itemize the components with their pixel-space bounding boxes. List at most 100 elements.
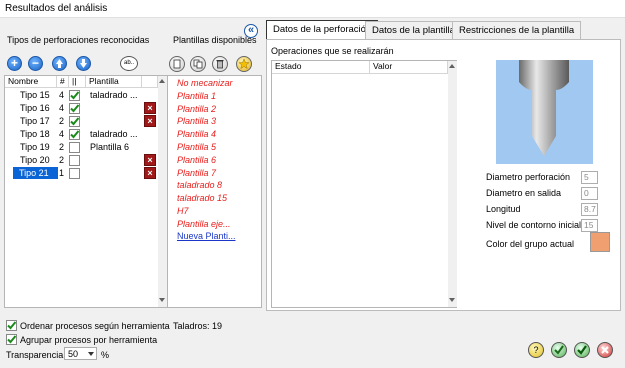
help-icon[interactable]: ? xyxy=(528,342,544,358)
plantillas-label: Plantillas disponibles xyxy=(173,35,257,45)
table-row[interactable]: Tipo 16 4 × xyxy=(5,102,158,115)
star-icon[interactable] xyxy=(236,56,252,72)
arrow-up-icon[interactable] xyxy=(52,56,67,71)
row-name: Tipo 19 xyxy=(20,142,50,152)
arrow-down-icon[interactable] xyxy=(76,56,91,71)
minus-icon[interactable]: − xyxy=(28,56,43,71)
close-icon[interactable] xyxy=(597,342,613,358)
ops-scrollbar[interactable] xyxy=(448,61,457,307)
scroll-up-arrow[interactable] xyxy=(449,64,455,68)
abc-icon[interactable]: ab.. xyxy=(120,56,138,71)
row-name: Tipo 18 xyxy=(20,129,50,139)
plantilla-item[interactable]: Plantilla 5 xyxy=(177,142,216,152)
plus-icon[interactable]: + xyxy=(7,56,22,71)
scroll-down-arrow[interactable] xyxy=(449,298,455,302)
col-estado[interactable]: Estado xyxy=(272,61,370,74)
row-name: Tipo 17 xyxy=(20,116,50,126)
row-count: 2 xyxy=(59,155,65,165)
row-count: 4 xyxy=(59,103,65,113)
col-plantilla[interactable]: Plantilla xyxy=(86,76,142,88)
remove-icon[interactable]: × xyxy=(144,102,156,114)
row-count: 4 xyxy=(59,129,65,139)
field-input[interactable]: 0 xyxy=(581,187,598,200)
plantilla-item[interactable]: taladrado 8 xyxy=(177,180,222,190)
row-plantilla: taladrado ... xyxy=(90,129,138,139)
table-row[interactable]: Tipo 18 4 taladrado ... xyxy=(5,128,158,141)
field-label: Nivel de contorno inicial xyxy=(486,220,582,230)
col-nombre[interactable]: Nombre xyxy=(5,76,57,88)
agrupar-label: Agrupar procesos por herramienta xyxy=(20,335,158,345)
check-icon[interactable] xyxy=(574,342,590,358)
row-checkbox[interactable] xyxy=(69,142,80,153)
ops-label: Operaciones que se realizarán xyxy=(271,46,394,56)
tipos-list[interactable]: Nombre # || Plantilla Tipo 15 4 taladrado … xyxy=(4,75,167,308)
tab-datos-perforacion[interactable]: Datos de la perforación xyxy=(266,20,379,40)
plantilla-item[interactable]: Plantilla 6 xyxy=(177,155,216,165)
col-valor[interactable]: Valor xyxy=(370,61,448,74)
row-name: Tipo 15 xyxy=(20,90,50,100)
row-count: 2 xyxy=(59,142,65,152)
remove-icon[interactable]: × xyxy=(144,115,156,127)
plantilla-item[interactable]: Plantilla 3 xyxy=(177,116,216,126)
plantilla-item[interactable]: Plantilla 1 xyxy=(177,91,216,101)
plantillas-list[interactable]: No mecanizar Plantilla 1 Plantilla 2 Planti… xyxy=(167,75,262,308)
row-name: Tipo 16 xyxy=(20,103,50,113)
row-checkbox[interactable] xyxy=(69,129,80,140)
transparencia-label: Transparencia xyxy=(6,350,64,360)
field-label: Diametro perforación xyxy=(486,172,571,182)
remove-icon[interactable]: × xyxy=(144,167,156,179)
field-input[interactable]: 8.7 xyxy=(581,203,598,216)
plantilla-item[interactable]: H7 xyxy=(177,206,189,216)
col-num[interactable]: # xyxy=(57,76,69,88)
row-count: 2 xyxy=(59,116,65,126)
window-title: Resultados del análisis xyxy=(5,3,108,14)
row-checkbox[interactable] xyxy=(69,155,80,166)
col-chk[interactable]: || xyxy=(69,76,86,88)
tab-restricciones[interactable]: Restricciones de la plantilla xyxy=(452,21,582,39)
check-dots-icon[interactable] xyxy=(551,342,567,358)
field-label: Longitud xyxy=(486,204,521,214)
group-color-swatch[interactable] xyxy=(590,232,610,252)
new-doc-icon[interactable] xyxy=(169,56,185,72)
field-input[interactable]: 5 xyxy=(581,171,598,184)
transparencia-select[interactable]: 50 xyxy=(64,347,97,360)
tab-datos-plantilla[interactable]: Datos de la plantilla xyxy=(365,21,462,39)
color-label: Color del grupo actual xyxy=(486,239,575,249)
row-checkbox[interactable] xyxy=(69,90,80,101)
scroll-down-arrow[interactable] xyxy=(159,298,165,302)
col-extra xyxy=(142,76,158,88)
nueva-plantilla-link[interactable]: Nueva Planti... xyxy=(177,231,236,241)
field-input[interactable]: 15 xyxy=(581,219,598,232)
plantilla-item[interactable]: Plantilla eje... xyxy=(177,219,231,229)
ops-list[interactable]: Estado Valor xyxy=(271,60,457,308)
drill-image xyxy=(496,60,593,164)
plantilla-item[interactable]: Plantilla 2 xyxy=(177,104,216,114)
copy-icon[interactable] xyxy=(190,56,206,72)
trash-icon[interactable] xyxy=(212,56,228,72)
table-row[interactable]: Tipo 19 2 Plantilla 6 xyxy=(5,141,158,154)
plantilla-item[interactable]: No mecanizar xyxy=(177,78,233,88)
plantilla-item[interactable]: Plantilla 7 xyxy=(177,168,216,178)
table-row[interactable]: Tipo 20 2 × xyxy=(5,154,158,167)
row-checkbox[interactable] xyxy=(69,103,80,114)
ordenar-checkbox[interactable] xyxy=(6,320,17,331)
tipos-scrollbar[interactable] xyxy=(158,76,167,307)
row-checkbox[interactable] xyxy=(69,116,80,127)
agrupar-checkbox[interactable] xyxy=(6,334,17,345)
scroll-up-arrow[interactable] xyxy=(159,79,165,83)
table-row[interactable]: Tipo 21 1 × xyxy=(5,167,158,180)
row-name: Tipo 20 xyxy=(20,155,50,165)
row-count: 4 xyxy=(59,90,65,100)
row-plantilla: taladrado ... xyxy=(90,90,138,100)
remove-icon[interactable]: × xyxy=(144,154,156,166)
plantilla-item[interactable]: Plantilla 4 xyxy=(177,129,216,139)
collapse-button[interactable]: « xyxy=(244,24,258,38)
table-row[interactable]: Tipo 17 2 × xyxy=(5,115,158,128)
tab-panel: Operaciones que se realizarán Estado Val… xyxy=(266,39,621,311)
chevron-down-icon xyxy=(88,352,94,356)
table-row[interactable]: Tipo 15 4 taladrado ... xyxy=(5,89,158,102)
taladros-count: Taladros: 19 xyxy=(173,321,223,331)
plantilla-item[interactable]: taladrado 15 xyxy=(177,193,227,203)
row-checkbox[interactable] xyxy=(69,168,80,179)
row-count: 1 xyxy=(59,168,65,178)
